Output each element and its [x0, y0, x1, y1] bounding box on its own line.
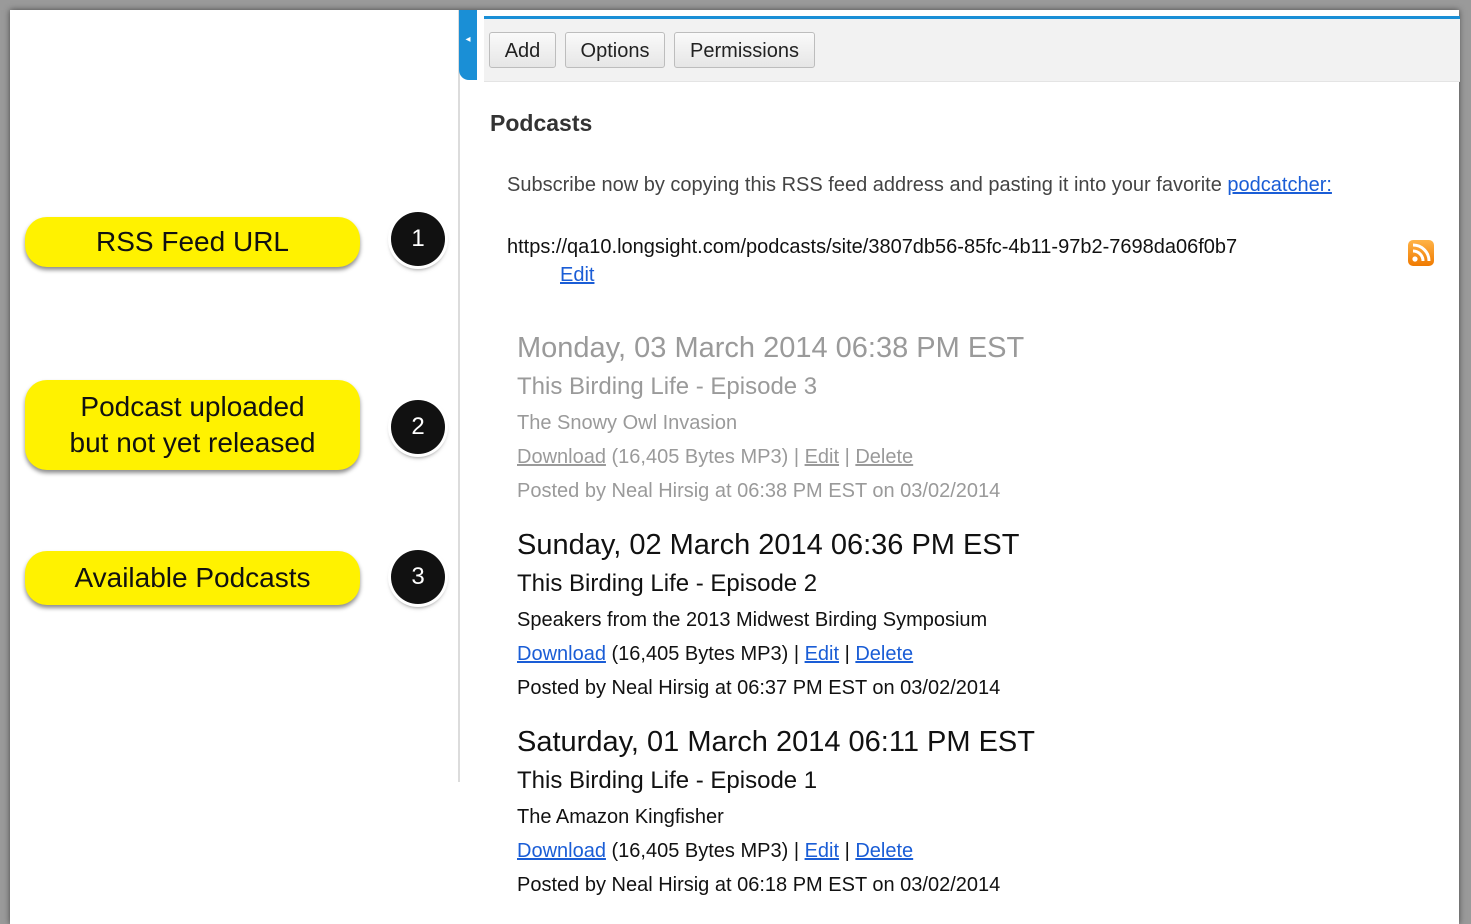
options-button[interactable]: Options	[565, 32, 665, 68]
callout-unreleased-podcast: Podcast uploaded but not yet released	[25, 380, 360, 470]
podcatcher-link[interactable]: podcatcher:	[1227, 174, 1332, 196]
permissions-button[interactable]: Permissions	[674, 32, 815, 68]
podcast-actions: Download (16,405 Bytes MP3) | Edit | Del…	[517, 637, 1019, 671]
edit-feed-link[interactable]: Edit	[560, 264, 594, 286]
callout-label: RSS Feed URL	[96, 226, 289, 257]
podcast-size: (16,405 Bytes MP3) |	[605, 446, 805, 468]
callout-available-podcasts: Available Podcasts	[25, 551, 360, 605]
podcast-description: The Snowy Owl Invasion	[517, 412, 738, 434]
podcast-size: (16,405 Bytes MP3) |	[605, 840, 805, 862]
edit-link[interactable]: Edit	[805, 643, 839, 665]
callout-label-line1: Podcast uploaded	[80, 391, 305, 422]
posted-by: Posted by Neal Hirsig at 06:37 PM EST on…	[517, 677, 1001, 699]
podcast-date: Saturday, 01 March 2014 06:11 PM EST	[517, 726, 1035, 758]
collapse-arrow-icon: ◂	[465, 34, 471, 45]
delete-link[interactable]: Delete	[855, 643, 913, 665]
edit-link[interactable]: Edit	[805, 840, 839, 862]
callout-label: Available Podcasts	[74, 562, 311, 593]
separator: |	[839, 840, 856, 862]
subscribe-instructions: Subscribe now by copying this RSS feed a…	[507, 174, 1332, 197]
callout-rss-feed-url: RSS Feed URL	[25, 217, 360, 267]
podcast-description: The Amazon Kingfisher	[517, 806, 724, 828]
podcast-title: This Birding Life - Episode 1	[517, 767, 818, 794]
callout-number-3: 3	[391, 550, 445, 604]
edit-link[interactable]: Edit	[805, 446, 839, 468]
download-link[interactable]: Download	[517, 840, 606, 862]
callout-number-1: 1	[391, 212, 445, 266]
sidebar-divider	[458, 10, 460, 782]
podcast-title: This Birding Life - Episode 2	[517, 570, 818, 597]
subscribe-text: Subscribe now by copying this RSS feed a…	[507, 174, 1228, 196]
download-link[interactable]: Download	[517, 643, 606, 665]
podcast-entry: Sunday, 02 March 2014 06:36 PM EST This …	[517, 525, 1019, 705]
posted-by: Posted by Neal Hirsig at 06:38 PM EST on…	[517, 480, 1001, 502]
delete-link[interactable]: Delete	[855, 446, 913, 468]
podcast-date: Monday, 03 March 2014 06:38 PM EST	[517, 332, 1025, 364]
podcast-entry-unreleased: Monday, 03 March 2014 06:38 PM EST This …	[517, 328, 1024, 508]
separator: |	[839, 643, 856, 665]
podcast-size: (16,405 Bytes MP3) |	[605, 643, 805, 665]
delete-link[interactable]: Delete	[855, 840, 913, 862]
collapse-sidebar-tab[interactable]: ◂	[459, 10, 477, 80]
callout-number-2: 2	[391, 400, 445, 454]
posted-by: Posted by Neal Hirsig at 06:18 PM EST on…	[517, 874, 1001, 896]
podcast-actions: Download (16,405 Bytes MP3) | Edit | Del…	[517, 440, 1024, 474]
podcast-actions: Download (16,405 Bytes MP3) | Edit | Del…	[517, 834, 1035, 868]
rss-feed-icon[interactable]	[1408, 240, 1434, 266]
tool-toolbar: Add Options Permissions	[484, 16, 1460, 82]
podcast-date: Sunday, 02 March 2014 06:36 PM EST	[517, 529, 1020, 561]
rss-feed-url: https://qa10.longsight.com/podcasts/site…	[507, 236, 1238, 258]
callout-label-line2: but not yet released	[69, 427, 316, 458]
add-button[interactable]: Add	[489, 32, 556, 68]
page-title: Podcasts	[490, 110, 593, 136]
podcast-description: Speakers from the 2013 Midwest Birding S…	[517, 609, 988, 631]
separator: |	[839, 446, 856, 468]
download-link[interactable]: Download	[517, 446, 606, 468]
podcast-title: This Birding Life - Episode 3	[517, 373, 818, 400]
podcast-entry: Saturday, 01 March 2014 06:11 PM EST Thi…	[517, 722, 1035, 902]
